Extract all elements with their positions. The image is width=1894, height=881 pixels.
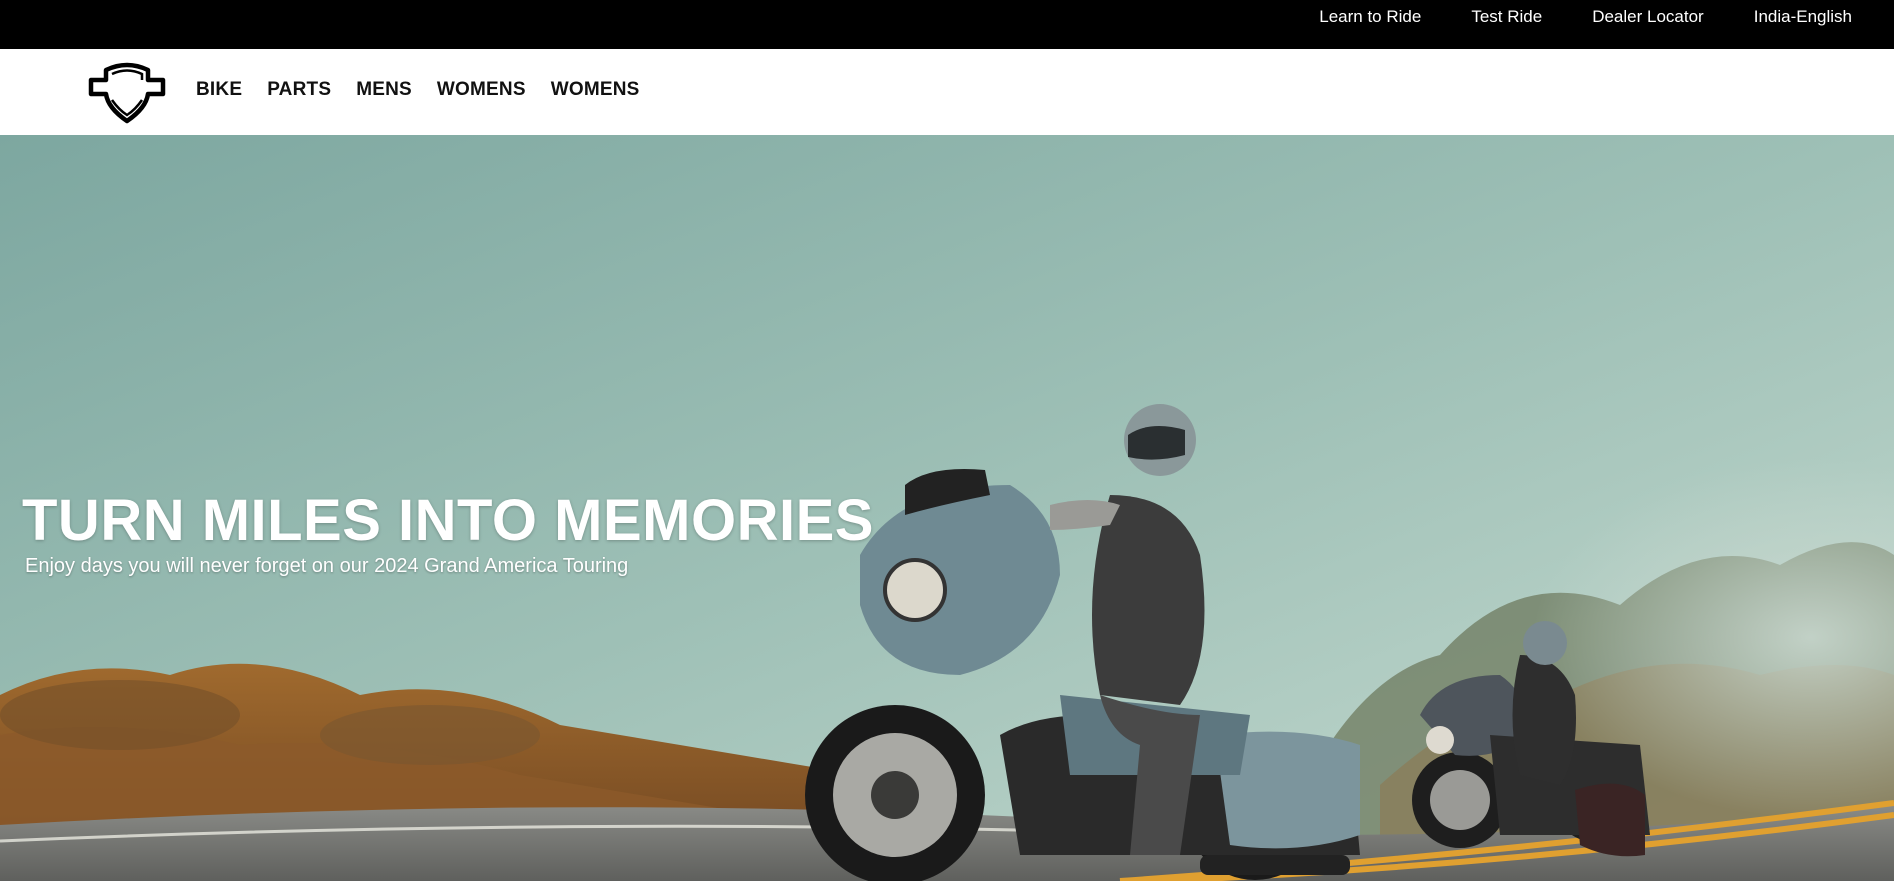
utility-link-learn-to-ride[interactable]: Learn to Ride xyxy=(1319,7,1421,27)
nav-item-mens[interactable]: MENS xyxy=(356,79,412,101)
bar-and-shield-logo-icon[interactable] xyxy=(88,60,166,124)
utility-link-test-ride[interactable]: Test Ride xyxy=(1471,7,1542,27)
utility-bar: Learn to Ride Test Ride Dealer Locator I… xyxy=(0,0,1894,49)
utility-link-language[interactable]: India-English xyxy=(1754,7,1852,27)
hero-subtitle: Enjoy days you will never forget on our … xyxy=(25,555,629,577)
main-nav: BIKE PARTS MENS WOMENS WOMENS xyxy=(0,49,1894,135)
hero-banner[interactable]: TURN MILES INTO MEMORIES Enjoy days you … xyxy=(0,135,1894,881)
nav-item-parts[interactable]: PARTS xyxy=(267,79,331,101)
nav-item-womens-2[interactable]: WOMENS xyxy=(551,79,640,101)
utility-link-dealer-locator[interactable]: Dealer Locator xyxy=(1592,7,1704,27)
hero-title: TURN MILES INTO MEMORIES xyxy=(22,488,874,553)
nav-links: BIKE PARTS MENS WOMENS WOMENS xyxy=(196,79,665,101)
nav-item-bike[interactable]: BIKE xyxy=(196,79,242,101)
nav-item-womens[interactable]: WOMENS xyxy=(437,79,526,101)
